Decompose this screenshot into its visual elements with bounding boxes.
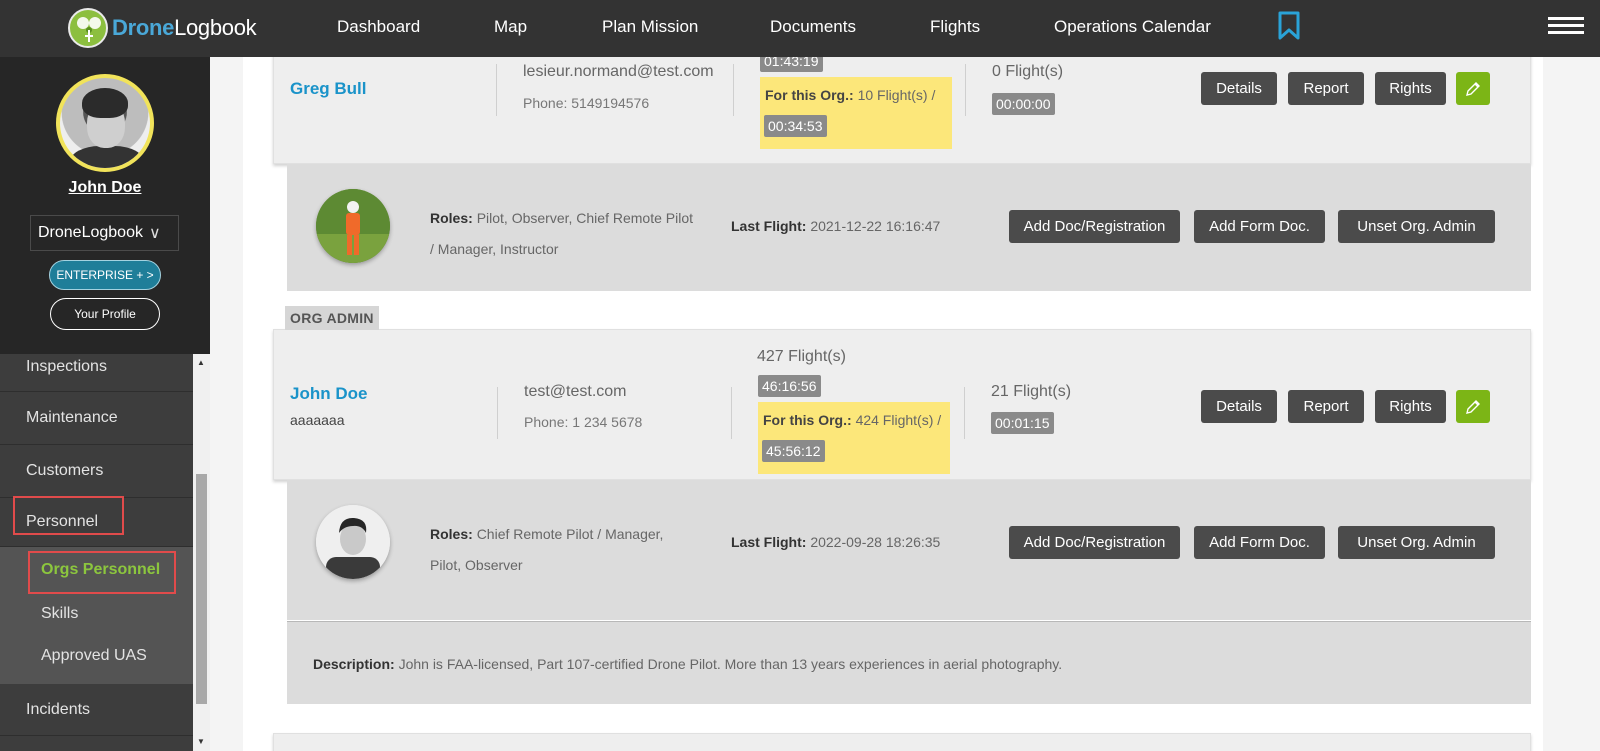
scroll-down-icon[interactable]: ▼ xyxy=(197,737,205,746)
your-profile-button[interactable]: Your Profile xyxy=(50,298,160,330)
app-name: DroneLogbook xyxy=(112,15,257,40)
other-time-badge: 00:01:15 xyxy=(991,412,1054,434)
nav-dashboard[interactable]: Dashboard xyxy=(337,17,420,37)
rights-button[interactable]: Rights xyxy=(1375,72,1446,105)
divider xyxy=(497,387,498,439)
hamburger-menu-icon[interactable] xyxy=(1548,17,1584,35)
sidebar-item-inspections[interactable]: Inspections xyxy=(0,354,193,392)
main-content: Greg Bull lesieur.normand@test.com Phone… xyxy=(210,57,1600,751)
organization-select[interactable]: DroneLogbook ∨ xyxy=(30,215,179,251)
highlight-box-orgs-personnel xyxy=(28,551,176,594)
enterprise-button[interactable]: ENTERPRISE + > xyxy=(49,260,161,290)
org-time-badge: 00:34:53 xyxy=(764,115,827,137)
top-navbar: DroneLogbook Dashboard Map Plan Mission … xyxy=(0,0,1600,57)
scroll-up-icon[interactable]: ▲ xyxy=(197,358,205,367)
unset-org-admin-button[interactable]: Unset Org. Admin xyxy=(1338,210,1495,243)
person-roles: Roles: Pilot, Observer, Chief Remote Pil… xyxy=(430,210,693,257)
org-flights-box: For this Org.: 424 Flight(s) / 45:56:12 xyxy=(758,402,950,474)
drone-logo-icon xyxy=(68,8,108,48)
person-avatar[interactable] xyxy=(316,189,390,263)
personnel-list: Greg Bull lesieur.normand@test.com Phone… xyxy=(243,57,1543,751)
total-time-badge: 46:16:56 xyxy=(758,375,821,397)
chevron-down-icon: ∨ xyxy=(148,225,161,242)
person-avatar[interactable] xyxy=(316,505,390,579)
personnel-card xyxy=(273,733,1531,751)
organization-select-value: DroneLogbook xyxy=(38,224,143,241)
pencil-icon xyxy=(1466,81,1480,96)
total-flights-count: 427 Flight(s) xyxy=(757,348,846,365)
org-flights-box: For this Org.: 10 Flight(s) / 00:34:53 xyxy=(760,77,952,149)
sidebar: John Doe DroneLogbook ∨ ENTERPRISE + > Y… xyxy=(0,57,210,751)
person-phone: Phone: 1 234 5678 xyxy=(524,414,643,430)
nav-map[interactable]: Map xyxy=(494,17,527,37)
person-subtitle: aaaaaaa xyxy=(290,412,345,428)
pencil-icon xyxy=(1466,399,1480,414)
personnel-card: John Doe aaaaaaa test@test.com Phone: 1 … xyxy=(273,329,1531,480)
sidebar-scrollbar[interactable]: ▲ ▼ xyxy=(193,354,210,751)
profile-name-link[interactable]: John Doe xyxy=(0,179,210,197)
org-flights-text: For this Org.: 424 Flight(s) / xyxy=(763,412,942,428)
divider xyxy=(964,387,965,439)
personnel-detail-panel: Roles: Pilot, Observer, Chief Remote Pil… xyxy=(287,164,1531,291)
highlight-box-personnel xyxy=(13,496,124,535)
sidebar-item-maintenance[interactable]: Maintenance xyxy=(0,392,193,445)
details-button[interactable]: Details xyxy=(1201,390,1277,423)
report-button[interactable]: Report xyxy=(1288,72,1364,105)
add-doc-registration-button[interactable]: Add Doc/Registration xyxy=(1009,210,1180,243)
person-email: lesieur.normand@test.com xyxy=(523,63,714,80)
person-phone: Phone: 5149194576 xyxy=(523,95,650,111)
divider xyxy=(965,64,966,116)
total-time-badge: 01:43:19 xyxy=(760,57,823,72)
add-form-doc-button[interactable]: Add Form Doc. xyxy=(1194,526,1325,559)
nav-operations-calendar[interactable]: Operations Calendar xyxy=(1054,17,1211,37)
add-form-doc-button[interactable]: Add Form Doc. xyxy=(1194,210,1325,243)
divider xyxy=(496,64,497,116)
app-logo[interactable]: DroneLogbook xyxy=(68,6,257,50)
profile-panel: John Doe DroneLogbook ∨ ENTERPRISE + > Y… xyxy=(0,57,210,354)
nav-flights[interactable]: Flights xyxy=(930,17,980,37)
unset-org-admin-button[interactable]: Unset Org. Admin xyxy=(1338,526,1495,559)
person-roles: Roles: Chief Remote Pilot / Manager, Pilo… xyxy=(430,526,664,573)
org-flights-text: For this Org.: 10 Flight(s) / xyxy=(765,87,936,103)
sidebar-item-skills[interactable]: Skills xyxy=(41,605,78,623)
divider xyxy=(731,387,732,439)
bookmark-icon[interactable] xyxy=(1278,11,1300,45)
person-description: Description: John is FAA-licensed, Part … xyxy=(313,656,1063,672)
avatar[interactable] xyxy=(56,74,154,172)
nav-plan-mission[interactable]: Plan Mission xyxy=(602,17,698,37)
sidebar-item-approved-uas[interactable]: Approved UAS xyxy=(41,647,147,665)
person-name-link[interactable]: Greg Bull xyxy=(290,79,367,99)
personnel-card: Greg Bull lesieur.normand@test.com Phone… xyxy=(273,57,1531,164)
edit-button[interactable] xyxy=(1456,390,1490,423)
add-doc-registration-button[interactable]: Add Doc/Registration xyxy=(1009,526,1180,559)
person-last-flight: Last Flight: 2021-12-22 16:16:47 xyxy=(731,218,941,234)
other-time-badge: 00:00:00 xyxy=(992,93,1055,115)
org-time-badge: 45:56:12 xyxy=(762,440,825,462)
edit-button[interactable] xyxy=(1456,72,1490,105)
sidebar-menu: Inspections Maintenance Customers Person… xyxy=(0,354,193,751)
person-description-panel: Description: John is FAA-licensed, Part … xyxy=(287,621,1531,704)
nav-documents[interactable]: Documents xyxy=(770,17,856,37)
rights-button[interactable]: Rights xyxy=(1375,390,1446,423)
person-email: test@test.com xyxy=(524,383,627,400)
org-admin-badge: ORG ADMIN xyxy=(285,306,379,330)
report-button[interactable]: Report xyxy=(1288,390,1364,423)
details-button[interactable]: Details xyxy=(1201,72,1277,105)
other-flights-count: 0 Flight(s) xyxy=(992,63,1064,80)
divider xyxy=(733,64,734,116)
sidebar-item-incidents[interactable]: Incidents xyxy=(0,684,193,736)
other-flights-count: 21 Flight(s) xyxy=(991,383,1072,400)
scrollbar-thumb[interactable] xyxy=(196,474,207,704)
personnel-detail-panel: Roles: Chief Remote Pilot / Manager, Pilo… xyxy=(287,480,1531,620)
sidebar-item-customers[interactable]: Customers xyxy=(0,445,193,498)
person-name-link[interactable]: John Doe xyxy=(290,384,367,404)
person-last-flight: Last Flight: 2022-09-28 18:26:35 xyxy=(731,534,941,550)
